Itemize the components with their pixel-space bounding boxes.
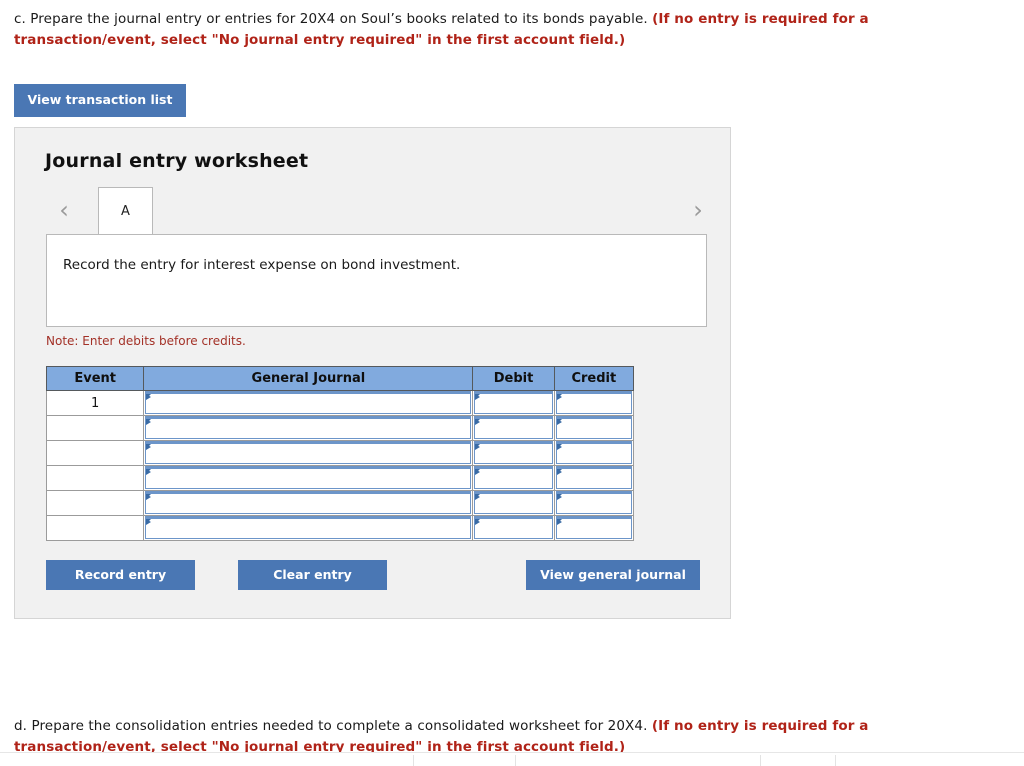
credit-input[interactable] xyxy=(555,466,632,489)
page-root: c. Prepare the journal entry or entries … xyxy=(0,0,1024,766)
event-cell: 1 xyxy=(45,390,145,416)
general-journal-select[interactable] xyxy=(145,516,472,539)
prompt-d-text: d. Prepare the consolidation entries nee… xyxy=(14,718,652,734)
credit-input[interactable] xyxy=(555,391,632,414)
column-separator xyxy=(413,755,414,766)
column-header-general-journal: General Journal xyxy=(143,366,474,391)
debit-input-cell xyxy=(472,415,555,441)
instruction-text: Record the entry for interest expense on… xyxy=(63,257,461,273)
general-journal-select[interactable] xyxy=(145,391,472,414)
debit-input-cell xyxy=(472,490,555,516)
table-row: 1 xyxy=(45,390,635,416)
instruction-box: Record the entry for interest expense on… xyxy=(46,234,707,327)
general-journal-select-cell xyxy=(143,490,474,516)
debit-input[interactable] xyxy=(474,516,553,539)
credit-input[interactable] xyxy=(555,491,632,514)
table-row xyxy=(45,515,635,541)
credit-input-cell xyxy=(553,490,635,516)
credit-input-cell xyxy=(553,415,635,441)
event-cell xyxy=(45,515,145,541)
chevron-left-icon[interactable]: ‹ xyxy=(53,197,75,223)
event-cell xyxy=(45,415,145,441)
view-transaction-list-button[interactable]: View transaction list xyxy=(14,84,186,117)
table-row xyxy=(45,440,635,466)
debits-before-credits-note: Note: Enter debits before credits. xyxy=(46,334,246,348)
table-row xyxy=(45,465,635,491)
table-row xyxy=(45,415,635,441)
worksheet-title: Journal entry worksheet xyxy=(45,150,309,172)
next-table-partial xyxy=(0,752,1024,766)
column-separator xyxy=(515,755,516,766)
credit-input[interactable] xyxy=(555,441,632,464)
debit-input[interactable] xyxy=(474,441,553,464)
column-header-debit: Debit xyxy=(472,366,555,391)
prompt-c: c. Prepare the journal entry or entries … xyxy=(14,9,1004,51)
credit-input-cell xyxy=(553,440,635,466)
debit-input[interactable] xyxy=(474,391,553,414)
view-general-journal-button[interactable]: View general journal xyxy=(526,560,700,590)
general-journal-select[interactable] xyxy=(145,466,472,489)
clear-entry-button[interactable]: Clear entry xyxy=(238,560,387,590)
general-journal-select-cell xyxy=(143,515,474,541)
event-cell xyxy=(45,440,145,466)
worksheet-tab-a[interactable]: A xyxy=(98,187,153,235)
debit-input[interactable] xyxy=(474,416,553,439)
credit-input[interactable] xyxy=(555,416,632,439)
credit-input-cell xyxy=(553,390,635,416)
debit-input-cell xyxy=(472,515,555,541)
debit-input-cell xyxy=(472,440,555,466)
chevron-right-icon[interactable]: › xyxy=(687,197,709,223)
journal-entry-table: Event General Journal Debit Credit 1 xyxy=(45,366,635,541)
prompt-c-text: c. Prepare the journal entry or entries … xyxy=(14,11,653,27)
debit-input[interactable] xyxy=(474,466,553,489)
debit-input-cell xyxy=(472,390,555,416)
general-journal-select[interactable] xyxy=(145,491,472,514)
general-journal-select-cell xyxy=(143,415,474,441)
event-cell xyxy=(45,490,145,516)
credit-input-cell xyxy=(553,515,635,541)
event-cell xyxy=(45,465,145,491)
table-header-row: Event General Journal Debit Credit xyxy=(45,366,635,391)
journal-entry-worksheet-panel: Journal entry worksheet ‹ A › Record the… xyxy=(14,127,731,619)
table-row xyxy=(45,490,635,516)
credit-input[interactable] xyxy=(555,516,632,539)
general-journal-select-cell xyxy=(143,440,474,466)
column-header-credit: Credit xyxy=(553,366,635,391)
worksheet-tabstrip: ‹ A › xyxy=(15,187,732,237)
general-journal-select[interactable] xyxy=(145,416,472,439)
column-separator xyxy=(835,755,836,766)
general-journal-select-cell xyxy=(143,390,474,416)
record-entry-button[interactable]: Record entry xyxy=(46,560,195,590)
general-journal-select-cell xyxy=(143,465,474,491)
journal-table-body: 1 xyxy=(45,390,635,541)
column-header-event: Event xyxy=(45,366,145,391)
credit-input-cell xyxy=(553,465,635,491)
debit-input-cell xyxy=(472,465,555,491)
column-separator xyxy=(760,755,761,766)
general-journal-select[interactable] xyxy=(145,441,472,464)
debit-input[interactable] xyxy=(474,491,553,514)
